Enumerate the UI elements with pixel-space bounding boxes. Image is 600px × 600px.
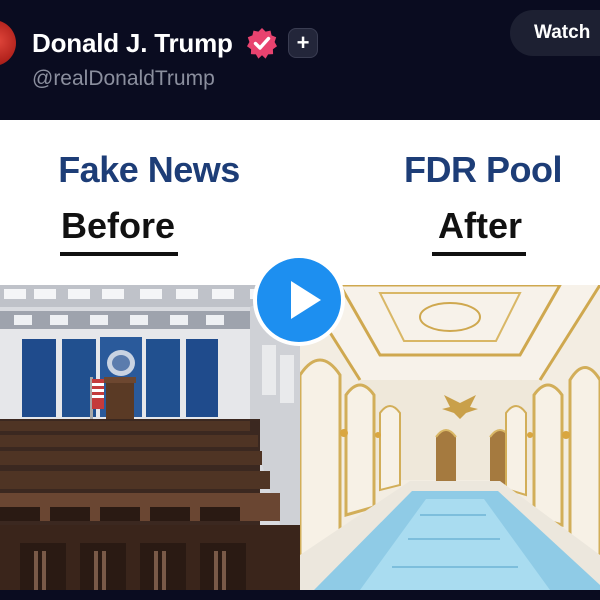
left-subtitle: Before bbox=[60, 205, 176, 246]
avatar[interactable] bbox=[0, 20, 16, 66]
display-name[interactable]: Donald J. Trump bbox=[32, 28, 233, 58]
plus-icon[interactable]: + bbox=[288, 28, 318, 58]
bottom-bar bbox=[0, 590, 600, 600]
post-header: Donald J. Trump + @realDonaldTrump Watch bbox=[0, 0, 600, 120]
gilded-pool-photo bbox=[300, 285, 600, 590]
watch-button[interactable]: Watch bbox=[510, 10, 600, 56]
right-subtitle: After bbox=[437, 205, 522, 246]
post-media[interactable]: Fake News FDR Pool Before After bbox=[0, 120, 600, 590]
verified-badge-icon bbox=[247, 28, 277, 59]
right-underline bbox=[432, 252, 526, 256]
left-underline bbox=[60, 252, 178, 256]
left-title: Fake News bbox=[58, 149, 240, 190]
play-button[interactable] bbox=[253, 254, 345, 346]
briefing-room-photo bbox=[0, 285, 300, 590]
right-title: FDR Pool bbox=[404, 149, 562, 190]
user-handle[interactable]: @realDonaldTrump bbox=[32, 66, 215, 92]
play-icon bbox=[291, 281, 321, 319]
